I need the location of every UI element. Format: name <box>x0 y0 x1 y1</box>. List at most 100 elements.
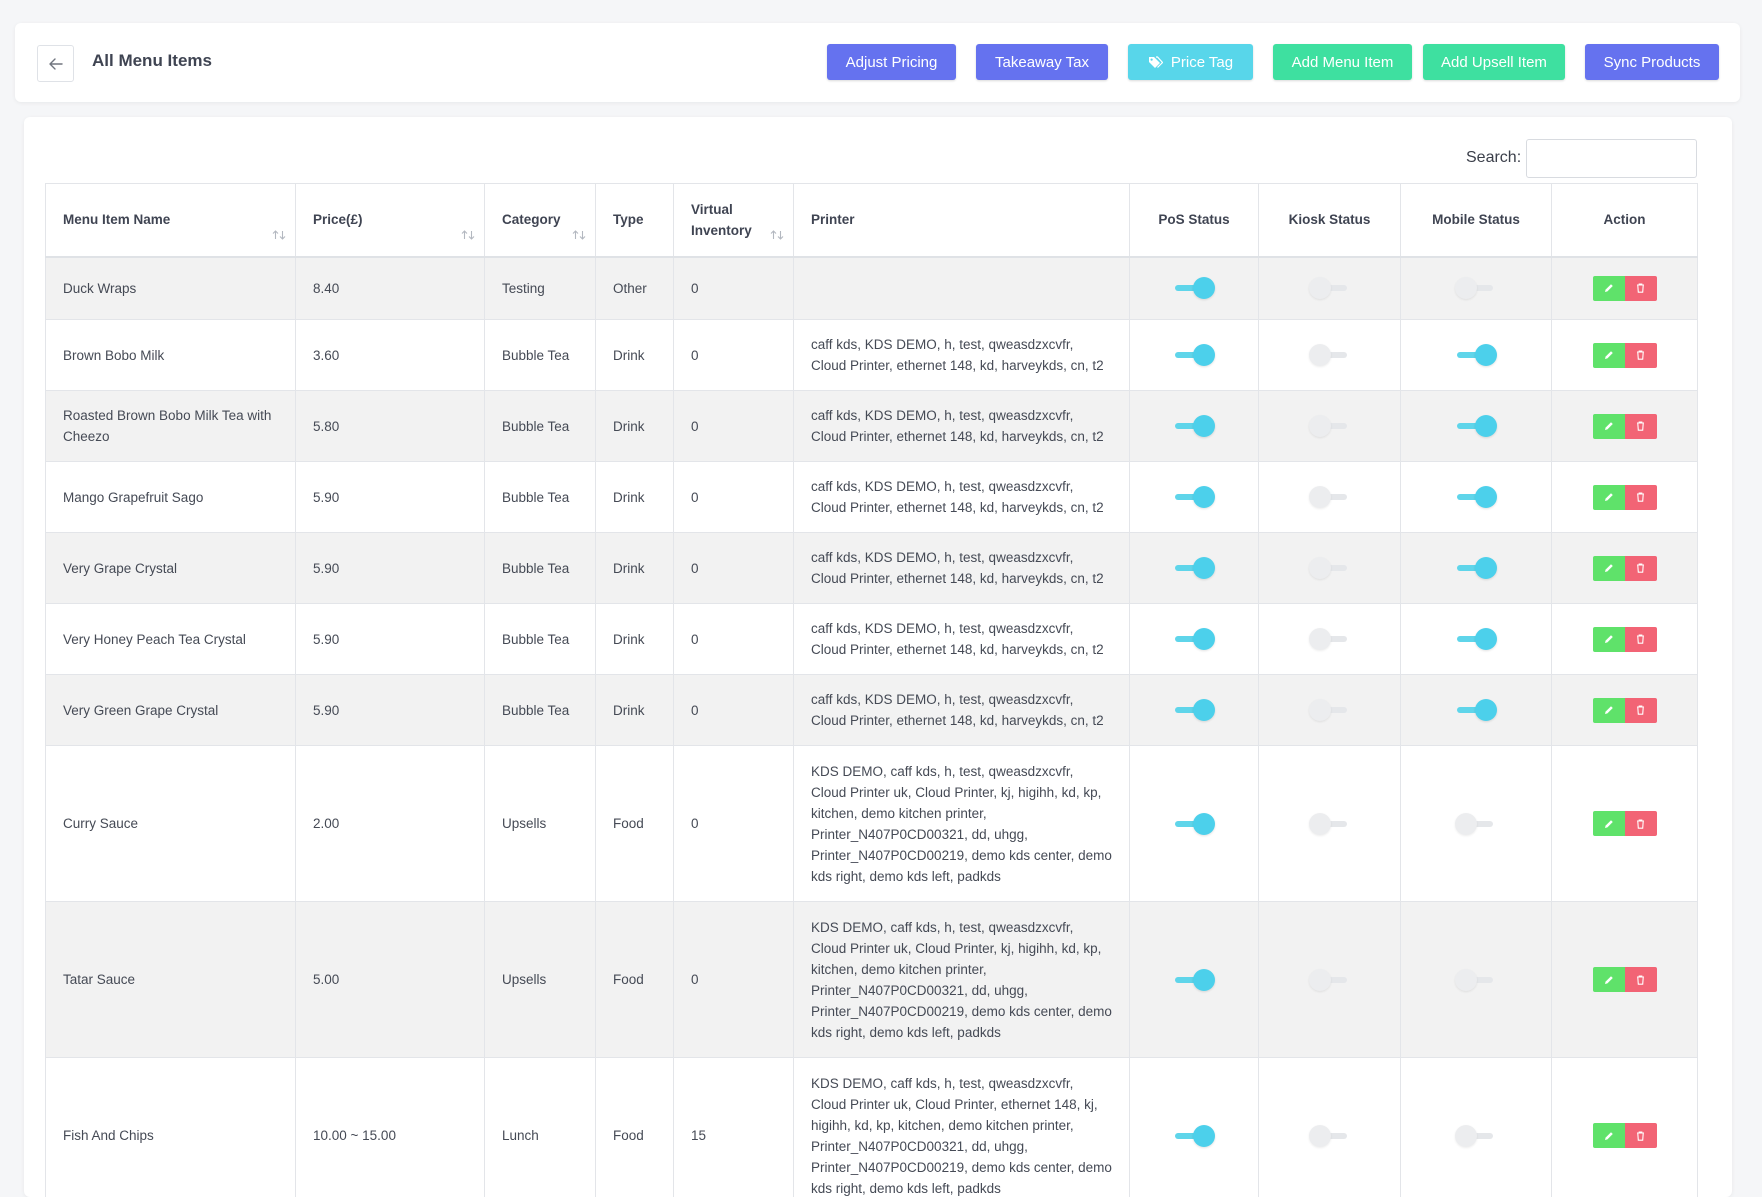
pos-status-toggle[interactable] <box>1173 628 1215 650</box>
cell-pos-status <box>1130 746 1259 902</box>
pencil-icon <box>1604 283 1614 293</box>
cell-inventory: 0 <box>674 902 794 1058</box>
cell-kiosk-status <box>1259 462 1401 533</box>
sync-products-button[interactable]: Sync Products <box>1585 44 1719 80</box>
cell-inventory: 0 <box>674 257 794 320</box>
column-header-price[interactable]: Price(£) <box>296 184 485 257</box>
column-header-name[interactable]: Menu Item Name <box>46 184 296 257</box>
toggle-knob <box>1309 813 1331 835</box>
cell-action <box>1552 746 1698 902</box>
edit-button[interactable] <box>1593 276 1625 301</box>
cell-mobile-status <box>1401 462 1552 533</box>
edit-button[interactable] <box>1593 485 1625 510</box>
edit-button[interactable] <box>1593 1123 1625 1148</box>
pos-status-toggle[interactable] <box>1173 415 1215 437</box>
mobile-status-toggle[interactable] <box>1455 969 1497 991</box>
kiosk-status-toggle[interactable] <box>1309 344 1351 366</box>
toggle-knob <box>1475 415 1497 437</box>
cell-category: Lunch <box>485 1058 596 1197</box>
delete-button[interactable] <box>1625 1123 1657 1148</box>
edit-button[interactable] <box>1593 556 1625 581</box>
delete-button[interactable] <box>1625 811 1657 836</box>
price-tag-label: Price Tag <box>1171 54 1233 71</box>
cell-type: Drink <box>596 320 674 391</box>
delete-button[interactable] <box>1625 698 1657 723</box>
action-group <box>1593 811 1657 836</box>
price-tag-button[interactable]: Price Tag <box>1128 44 1253 80</box>
cell-pos-status <box>1130 320 1259 391</box>
pos-status-toggle[interactable] <box>1173 557 1215 579</box>
delete-button[interactable] <box>1625 343 1657 368</box>
cell-item-name: Tatar Sauce <box>46 902 296 1058</box>
add-upsell-item-label: Add Upsell Item <box>1441 54 1547 71</box>
pos-status-toggle[interactable] <box>1173 969 1215 991</box>
mobile-status-toggle[interactable] <box>1455 699 1497 721</box>
cell-printer: KDS DEMO, caff kds, h, test, qweasdzxcvf… <box>794 1058 1130 1197</box>
toggle-knob <box>1193 813 1215 835</box>
edit-button[interactable] <box>1593 414 1625 439</box>
search-label: Search: <box>1466 149 1521 167</box>
delete-button[interactable] <box>1625 276 1657 301</box>
adjust-pricing-button[interactable]: Adjust Pricing <box>827 44 956 80</box>
trash-icon <box>1636 819 1645 829</box>
mobile-status-toggle[interactable] <box>1455 813 1497 835</box>
edit-button[interactable] <box>1593 343 1625 368</box>
pos-status-toggle[interactable] <box>1173 699 1215 721</box>
mobile-status-toggle[interactable] <box>1455 486 1497 508</box>
edit-button[interactable] <box>1593 698 1625 723</box>
kiosk-status-toggle[interactable] <box>1309 628 1351 650</box>
kiosk-status-toggle[interactable] <box>1309 415 1351 437</box>
cell-action <box>1552 902 1698 1058</box>
edit-button[interactable] <box>1593 967 1625 992</box>
table-row: Very Honey Peach Tea Crystal5.90Bubble T… <box>46 604 1698 675</box>
edit-button[interactable] <box>1593 627 1625 652</box>
pos-status-toggle[interactable] <box>1173 1125 1215 1147</box>
mobile-status-toggle[interactable] <box>1455 628 1497 650</box>
delete-button[interactable] <box>1625 414 1657 439</box>
toggle-knob <box>1455 277 1477 299</box>
menu-items-table: Menu Item Name Price(£) Category Type Vi… <box>45 183 1698 1197</box>
pos-status-toggle[interactable] <box>1173 813 1215 835</box>
add-menu-item-button[interactable]: Add Menu Item <box>1273 44 1412 80</box>
cell-category: Bubble Tea <box>485 675 596 746</box>
toggle-knob <box>1193 344 1215 366</box>
mobile-status-toggle[interactable] <box>1455 344 1497 366</box>
kiosk-status-toggle[interactable] <box>1309 277 1351 299</box>
cell-action <box>1552 320 1698 391</box>
search-input[interactable] <box>1526 139 1697 178</box>
trash-icon <box>1636 421 1645 431</box>
column-header-type[interactable]: Type <box>596 184 674 257</box>
cell-pos-status <box>1130 462 1259 533</box>
back-button[interactable] <box>37 45 74 82</box>
pos-status-toggle[interactable] <box>1173 277 1215 299</box>
column-header-action-label: Action <box>1604 212 1646 227</box>
cell-type: Food <box>596 746 674 902</box>
mobile-status-toggle[interactable] <box>1455 1125 1497 1147</box>
kiosk-status-toggle[interactable] <box>1309 557 1351 579</box>
mobile-status-toggle[interactable] <box>1455 277 1497 299</box>
kiosk-status-toggle[interactable] <box>1309 486 1351 508</box>
kiosk-status-toggle[interactable] <box>1309 1125 1351 1147</box>
delete-button[interactable] <box>1625 627 1657 652</box>
column-header-inventory[interactable]: Virtual Inventory <box>674 184 794 257</box>
toggle-knob <box>1193 277 1215 299</box>
delete-button[interactable] <box>1625 556 1657 581</box>
mobile-status-toggle[interactable] <box>1455 557 1497 579</box>
delete-button[interactable] <box>1625 967 1657 992</box>
cell-printer: caff kds, KDS DEMO, h, test, qweasdzxcvf… <box>794 320 1130 391</box>
kiosk-status-toggle[interactable] <box>1309 699 1351 721</box>
pos-status-toggle[interactable] <box>1173 344 1215 366</box>
mobile-status-toggle[interactable] <box>1455 415 1497 437</box>
pos-status-toggle[interactable] <box>1173 486 1215 508</box>
action-group <box>1593 276 1657 301</box>
toggle-knob <box>1475 344 1497 366</box>
column-header-category[interactable]: Category <box>485 184 596 257</box>
takeaway-tax-button[interactable]: Takeaway Tax <box>976 44 1108 80</box>
delete-button[interactable] <box>1625 485 1657 510</box>
kiosk-status-toggle[interactable] <box>1309 969 1351 991</box>
toggle-knob <box>1193 557 1215 579</box>
edit-button[interactable] <box>1593 811 1625 836</box>
kiosk-status-toggle[interactable] <box>1309 813 1351 835</box>
column-header-mobile-status: Mobile Status <box>1401 184 1552 257</box>
add-upsell-item-button[interactable]: Add Upsell Item <box>1423 44 1565 80</box>
